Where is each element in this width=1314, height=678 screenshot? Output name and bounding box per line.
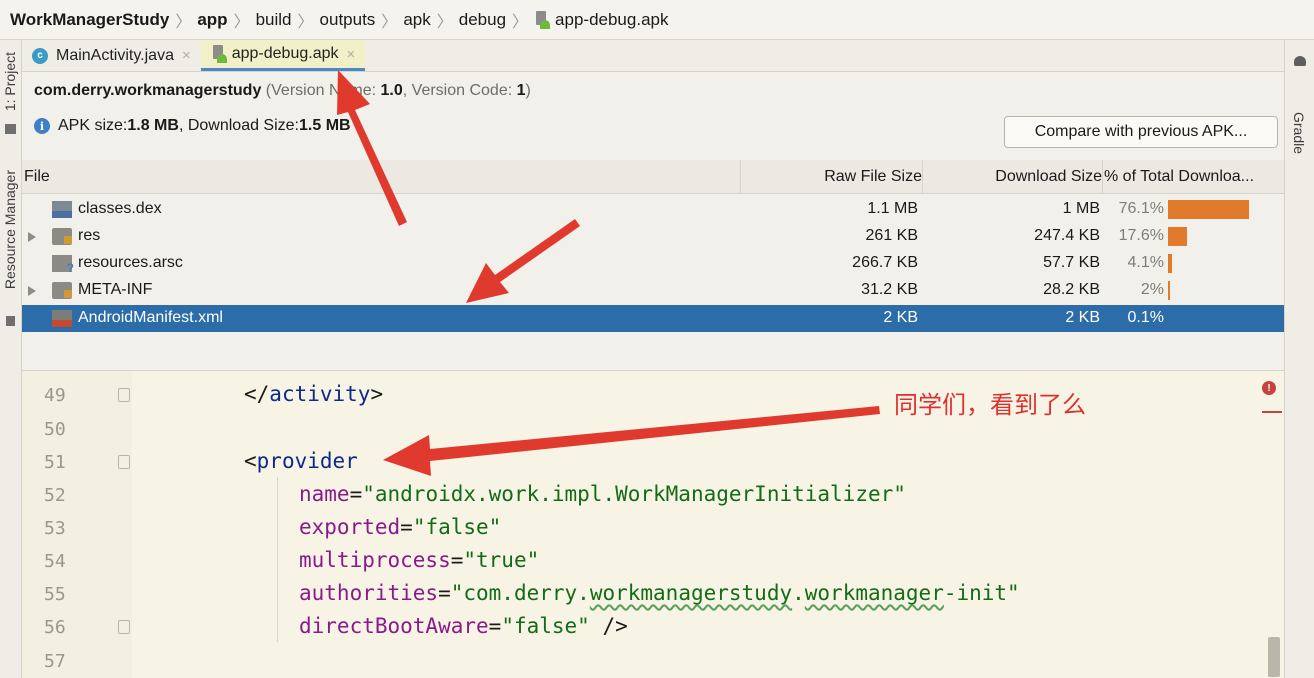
fold-marker-icon[interactable] [118, 620, 130, 634]
code-line-56: directBootAware="false" /> [299, 614, 628, 638]
annotation-text: 同学们，看到了么 [894, 391, 1086, 419]
breadcrumb-item-build[interactable]: build [256, 10, 292, 30]
folder-icon [52, 228, 72, 245]
package-info: com.derry.workmanagerstudy (Version Name… [34, 82, 531, 99]
line-number: 50 [44, 419, 66, 440]
fold-marker-icon[interactable] [118, 388, 130, 402]
gradle-elephant-icon [1294, 56, 1306, 66]
line-number: 54 [44, 551, 66, 572]
left-tool-strip: 1: Project Resource Manager [0, 40, 22, 678]
project-tool-button[interactable]: 1: Project [2, 52, 20, 111]
chevron-right-icon: 〉 [436, 13, 453, 31]
size-bar [1168, 200, 1249, 219]
editor-tabs: c MainActivity.java × app-debug.apk × [22, 40, 1284, 72]
line-number: 57 [44, 651, 66, 672]
breadcrumb-item-app[interactable]: app [197, 10, 227, 30]
folder-icon [5, 124, 16, 134]
line-number: 49 [44, 385, 66, 406]
chevron-right-icon: 〉 [381, 13, 398, 31]
size-bar [1168, 227, 1187, 246]
fold-marker-icon[interactable] [118, 455, 130, 469]
code-line-52: name="androidx.work.impl.WorkManagerInit… [299, 482, 906, 506]
column-header-file[interactable]: File [24, 168, 50, 186]
column-header-raw-size[interactable]: Raw File Size [824, 168, 922, 186]
apk-icon [211, 45, 227, 63]
resource-manager-icon [6, 316, 15, 326]
code-editor[interactable]: 49 50 51 52 53 54 55 56 57 </activity> <… [22, 370, 1284, 678]
close-icon[interactable]: × [347, 46, 356, 63]
apk-icon [534, 10, 551, 29]
line-number: 52 [44, 485, 66, 506]
apk-info-panel: com.derry.workmanagerstudy (Version Name… [22, 72, 1284, 160]
chevron-right-icon: 〉 [233, 13, 250, 31]
dex-file-icon [52, 201, 72, 218]
size-bar [1168, 254, 1172, 273]
line-number-gutter: 49 50 51 52 53 54 55 56 57 [22, 371, 132, 678]
code-line-51: <provider [244, 449, 358, 473]
breadcrumb-item-project[interactable]: WorkManagerStudy [10, 10, 169, 30]
apk-size-info: i APK size: 1.8 MB, Download Size: 1.5 M… [34, 117, 351, 135]
code-line-49: </activity> [244, 382, 384, 406]
info-icon: i [34, 118, 50, 134]
right-tool-strip: Gradle [1284, 40, 1314, 678]
error-icon[interactable]: ! [1262, 381, 1276, 395]
size-bar [1168, 281, 1170, 300]
resource-manager-tool-button[interactable]: Resource Manager [2, 170, 20, 289]
table-header: File Raw File Size Download Size % of To… [22, 160, 1284, 194]
code-line-54: multiprocess="true" [299, 548, 540, 572]
table-row[interactable]: META-INF 31.2 KB 28.2 KB 2% [22, 277, 1284, 304]
table-row[interactable]: res 261 KB 247.4 KB 17.6% [22, 223, 1284, 250]
expand-arrow-icon[interactable] [28, 286, 36, 296]
breadcrumb-item-outputs[interactable]: outputs [320, 10, 376, 30]
scrollbar-thumb[interactable] [1268, 637, 1280, 677]
tab-app-debug-apk[interactable]: app-debug.apk × [200, 40, 366, 71]
gradle-tool-button[interactable]: Gradle [1291, 112, 1307, 154]
java-class-icon: c [32, 47, 48, 64]
line-number: 51 [44, 452, 66, 473]
close-icon[interactable]: × [182, 47, 191, 64]
code-line-55: authorities="com.derry.workmanagerstudy.… [299, 581, 1020, 605]
compare-with-previous-apk-button[interactable]: Compare with previous APK... [1004, 116, 1278, 148]
expand-arrow-icon[interactable] [28, 232, 36, 242]
line-number: 56 [44, 617, 66, 638]
folder-icon [52, 282, 72, 299]
apk-file-table: File Raw File Size Download Size % of To… [22, 160, 1284, 370]
column-header-percent[interactable]: % of Total Downloa... [1104, 168, 1280, 186]
xml-file-icon [52, 310, 72, 327]
code-line-53: exported="false" [299, 515, 502, 539]
error-stripe[interactable] [1262, 411, 1282, 413]
chevron-right-icon: 〉 [175, 13, 192, 31]
breadcrumb-item-debug[interactable]: debug [459, 10, 506, 30]
table-row[interactable]: classes.dex 1.1 MB 1 MB 76.1% [22, 196, 1284, 223]
chevron-right-icon: 〉 [512, 13, 529, 31]
line-number: 53 [44, 518, 66, 539]
breadcrumb: WorkManagerStudy 〉 app 〉 build 〉 outputs… [0, 0, 1314, 40]
table-row-selected[interactable]: AndroidManifest.xml 2 KB 2 KB 0.1% [22, 305, 1284, 332]
indent-guide [277, 477, 278, 642]
resource-file-icon [52, 255, 74, 275]
column-header-download-size[interactable]: Download Size [995, 168, 1102, 186]
breadcrumb-item-apk[interactable]: apk [403, 10, 430, 30]
breadcrumb-item-apk-file[interactable]: app-debug.apk [534, 10, 668, 30]
tab-main-activity[interactable]: c MainActivity.java × [22, 40, 201, 71]
chevron-right-icon: 〉 [297, 13, 314, 31]
line-number: 55 [44, 584, 66, 605]
table-row[interactable]: resources.arsc 266.7 KB 57.7 KB 4.1% [22, 250, 1284, 277]
